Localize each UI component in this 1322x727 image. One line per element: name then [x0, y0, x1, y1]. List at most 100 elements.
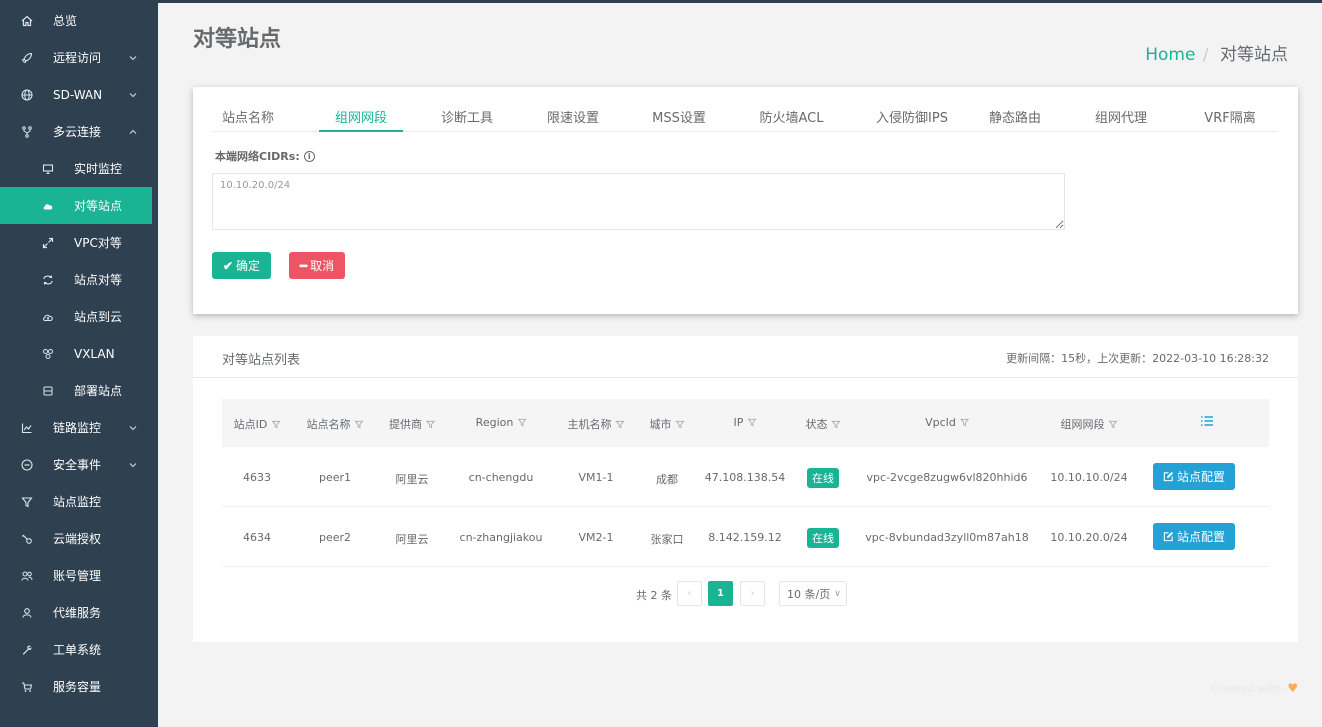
sidebar-item-label: 站点对等	[74, 273, 123, 287]
sidebar: 总览 远程访问 SD-WAN 多云连接 实时监控 对等站点 VPC对等 站点对等…	[0, 0, 158, 727]
peer-site-list-panel: 对等站点列表 更新间隔：15秒，上次更新：2022-03-10 16:28:32…	[193, 336, 1298, 642]
cancel-button[interactable]: ━ 取消	[289, 252, 345, 279]
cell-provider: 阿里云	[395, 473, 429, 486]
sidebar-item-realtime-monitor[interactable]: 实时监控	[0, 150, 158, 187]
filter-icon[interactable]	[517, 418, 527, 427]
tab-firewall-acl[interactable]: 防火墙ACL	[743, 107, 840, 132]
confirm-label: 确定	[236, 259, 261, 273]
sidebar-item-site-to-cloud[interactable]: 站点到云	[0, 298, 158, 335]
tab-static-route[interactable]: 静态路由	[975, 107, 1055, 132]
tab-ips[interactable]: 入侵防御IPS	[857, 107, 967, 132]
tab-site-name[interactable]: 站点名称	[213, 107, 283, 132]
edit-icon	[1163, 471, 1174, 482]
sidebar-item-link-monitor[interactable]: 链路监控	[0, 409, 158, 446]
page-title: 对等站点	[193, 27, 282, 52]
column-settings-icon[interactable]	[1200, 414, 1214, 428]
sidebar-item-peer-sites[interactable]: 对等站点	[0, 187, 152, 224]
filter-icon[interactable]	[831, 420, 841, 429]
tab-diagnostic-tools[interactable]: 诊断工具	[425, 107, 509, 132]
edit-icon	[1163, 531, 1174, 542]
sidebar-item-sdwan[interactable]: SD-WAN	[0, 76, 158, 113]
site-config-button[interactable]: 站点配置	[1153, 463, 1235, 490]
chevron-down-icon	[129, 462, 137, 467]
cidr-field-label: 本端网络CIDRs: i	[215, 148, 315, 164]
column-header-segment[interactable]: 组网网段	[1061, 416, 1118, 432]
column-header-status[interactable]: 状态	[806, 416, 841, 432]
pagination-page-1[interactable]: 1	[708, 581, 733, 606]
server-icon	[41, 384, 55, 398]
cell-region: cn-chengdu	[468, 471, 534, 484]
table-row: 4633 peer1 阿里云 cn-chengdu VM1-1 成都 47.10…	[222, 447, 1269, 507]
sidebar-item-deploy-site[interactable]: 部署站点	[0, 372, 158, 409]
cell-vpcid: vpc-2vcge8zugw6vl820hhid6	[866, 471, 1028, 484]
cell-hostname: VM1-1	[578, 471, 614, 484]
column-header-region[interactable]: Region	[476, 416, 527, 429]
cell-ip: 8.142.159.12	[708, 531, 782, 544]
tab-network-segment[interactable]: 组网网段	[319, 107, 403, 132]
column-header-hostname[interactable]: 主机名称	[568, 416, 625, 432]
tab-network-proxy[interactable]: 组网代理	[1081, 107, 1161, 132]
page-size-select[interactable]: 10 条/页 ∨	[779, 581, 847, 606]
cell-ip: 47.108.138.54	[704, 471, 786, 484]
column-header-site-id[interactable]: 站点ID	[234, 416, 281, 432]
sidebar-item-tickets[interactable]: 工单系统	[0, 631, 158, 668]
sidebar-item-security-events[interactable]: 安全事件	[0, 446, 158, 483]
filter-icon[interactable]	[675, 420, 685, 429]
globe-icon	[20, 88, 34, 102]
sidebar-item-label: 站点监控	[53, 495, 102, 509]
minus-circle-icon	[20, 458, 34, 472]
filter-icon[interactable]	[615, 420, 625, 429]
sidebar-item-multicloud[interactable]: 多云连接	[0, 113, 158, 150]
column-header-provider[interactable]: 提供商	[389, 416, 435, 432]
sidebar-item-label: 部署站点	[74, 384, 123, 398]
tab-mss[interactable]: MSS设置	[637, 107, 721, 132]
sidebar-item-cloud-license[interactable]: 云端授权	[0, 520, 158, 557]
sidebar-item-account[interactable]: 账号管理	[0, 557, 158, 594]
filter-icon[interactable]	[747, 418, 757, 427]
sidebar-item-label: 站点到云	[74, 310, 123, 324]
site-config-panel: 站点名称 组网网段 诊断工具 限速设置 MSS设置 防火墙ACL 入侵防御IPS…	[193, 87, 1298, 314]
sidebar-item-label: SD-WAN	[53, 87, 103, 102]
sidebar-item-overview[interactable]: 总览	[0, 2, 158, 39]
sidebar-item-site-monitor[interactable]: 站点监控	[0, 483, 158, 520]
sidebar-item-maintenance[interactable]: 代维服务	[0, 594, 158, 631]
cancel-label: 取消	[310, 259, 335, 273]
cell-vpcid: vpc-8vbundad3zyll0m87ah18	[865, 531, 1029, 544]
cell-site-name: peer2	[318, 531, 352, 544]
chevron-down-icon	[129, 55, 137, 60]
tab-rate-limit[interactable]: 限速设置	[531, 107, 615, 132]
column-header-vpcid[interactable]: VpcId	[925, 416, 969, 429]
config-tabs: 站点名称 组网网段 诊断工具 限速设置 MSS设置 防火墙ACL 入侵防御IPS…	[213, 99, 1278, 132]
sidebar-item-vxlan[interactable]: VXLAN	[0, 335, 158, 372]
sidebar-item-site-peering[interactable]: 站点对等	[0, 261, 158, 298]
filter-icon[interactable]	[426, 420, 435, 429]
column-header-ip[interactable]: IP	[734, 416, 757, 429]
site-config-button[interactable]: 站点配置	[1153, 523, 1235, 550]
sidebar-item-label: 实时监控	[74, 162, 123, 176]
confirm-button[interactable]: ✔ 确定	[212, 252, 271, 279]
sidebar-item-label: 远程访问	[53, 51, 102, 65]
sidebar-item-capacity[interactable]: 服务容量	[0, 668, 158, 705]
cell-region: cn-zhangjiakou	[459, 531, 543, 544]
cidr-textarea[interactable]: 10.10.20.0/24	[212, 173, 1065, 230]
sidebar-item-label: 总览	[53, 14, 78, 28]
filter-icon[interactable]	[354, 420, 364, 429]
info-icon[interactable]: i	[303, 150, 315, 162]
cloud-icon	[41, 199, 55, 213]
sidebar-item-vpc-peering[interactable]: VPC对等	[0, 224, 158, 261]
filter-icon[interactable]	[271, 420, 281, 429]
column-header-city[interactable]: 城市	[650, 416, 685, 432]
check-icon: ✔	[222, 258, 234, 273]
cell-segment: 10.10.10.0/24	[1050, 471, 1128, 484]
filter-icon[interactable]	[1108, 420, 1118, 429]
site-config-label: 站点配置	[1176, 470, 1225, 484]
sidebar-item-remote-access[interactable]: 远程访问	[0, 39, 158, 76]
cell-city: 成都	[656, 473, 678, 486]
rocket-icon	[20, 51, 34, 65]
filter-icon[interactable]	[959, 418, 969, 427]
column-header-site-name[interactable]: 站点名称	[307, 416, 364, 432]
tab-vrf-isolation[interactable]: VRF隔离	[1185, 107, 1275, 132]
pagination-prev-button[interactable]: ‹	[677, 581, 702, 606]
breadcrumb-home-link[interactable]: Home	[1145, 45, 1195, 65]
pagination-next-button[interactable]: ›	[740, 581, 765, 606]
